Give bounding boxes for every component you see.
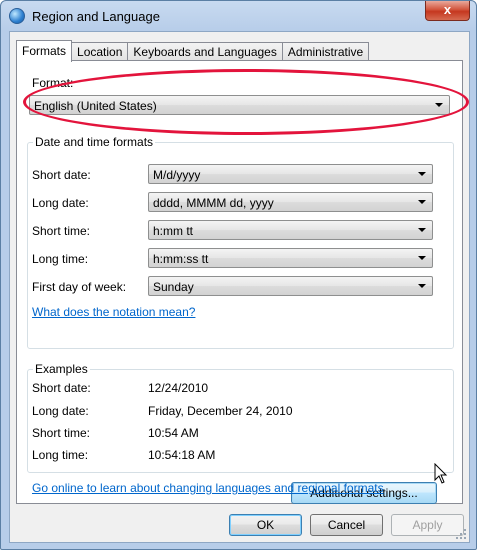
chevron-down-icon <box>418 284 426 288</box>
tab-location[interactable]: Location <box>71 42 129 61</box>
example-short-time-value: 10:54 AM <box>148 426 199 440</box>
tab-administrative[interactable]: Administrative <box>281 42 370 61</box>
format-highlight-ellipse <box>23 69 469 135</box>
example-long-date-value: Friday, December 24, 2010 <box>148 404 293 418</box>
first-day-of-week-value: Sunday <box>153 280 194 294</box>
example-long-time-value: 10:54:18 AM <box>148 448 216 462</box>
title-bar: Region and Language x <box>1 1 476 31</box>
long-date-label: Long date: <box>32 196 89 210</box>
long-date-format-value: dddd, MMMM dd, yyyy <box>153 196 274 210</box>
example-short-time-label: Short time: <box>32 426 91 440</box>
tab-keyboards-and-languages[interactable]: Keyboards and Languages <box>127 42 283 61</box>
short-time-format-value: h:mm tt <box>153 224 194 238</box>
cancel-button[interactable]: Cancel <box>310 514 383 536</box>
datetime-formats-title: Date and time formats <box>33 135 156 149</box>
close-button[interactable]: x <box>425 1 470 21</box>
short-date-label: Short date: <box>32 168 91 182</box>
notation-help-link[interactable]: What does the notation mean? <box>32 305 195 319</box>
chevron-down-icon <box>418 228 426 232</box>
example-long-time-label: Long time: <box>32 448 89 462</box>
example-long-date-label: Long date: <box>32 404 89 418</box>
first-day-of-week-dropdown[interactable]: Sunday <box>148 276 433 296</box>
window-title: Region and Language <box>32 9 160 24</box>
short-time-label: Short time: <box>32 224 91 238</box>
long-date-dropdown[interactable]: dddd, MMMM dd, yyyy <box>148 192 433 212</box>
resize-grip-icon[interactable] <box>455 528 467 540</box>
example-short-date-value: 12/24/2010 <box>148 381 209 395</box>
tab-strip: Formats Location Keyboards and Languages… <box>16 40 370 62</box>
apply-button[interactable]: Apply <box>391 514 464 536</box>
chevron-down-icon <box>418 256 426 260</box>
short-date-dropdown[interactable]: M/d/yyyy <box>148 164 433 184</box>
short-time-dropdown[interactable]: h:mm tt <box>148 220 433 240</box>
mouse-pointer-icon <box>434 463 448 484</box>
globe-icon <box>9 8 25 24</box>
long-time-format-value: h:mm:ss tt <box>153 252 209 266</box>
chevron-down-icon <box>418 200 426 204</box>
long-time-label: Long time: <box>32 252 89 266</box>
long-time-dropdown[interactable]: h:mm:ss tt <box>148 248 433 268</box>
online-help-link[interactable]: Go online to learn about changing langua… <box>32 481 384 495</box>
examples-group <box>27 369 454 473</box>
short-date-format-value: M/d/yyyy <box>153 168 201 182</box>
ok-button[interactable]: OK <box>229 514 302 536</box>
example-short-date-label: Short date: <box>32 381 91 395</box>
examples-title: Examples <box>33 362 90 376</box>
tab-formats[interactable]: Formats <box>16 40 73 62</box>
close-icon: x <box>443 2 452 17</box>
region-language-window: Region and Language x Formats Location K… <box>0 0 477 550</box>
chevron-down-icon <box>418 172 426 176</box>
first-day-of-week-label: First day of week: <box>32 280 127 294</box>
